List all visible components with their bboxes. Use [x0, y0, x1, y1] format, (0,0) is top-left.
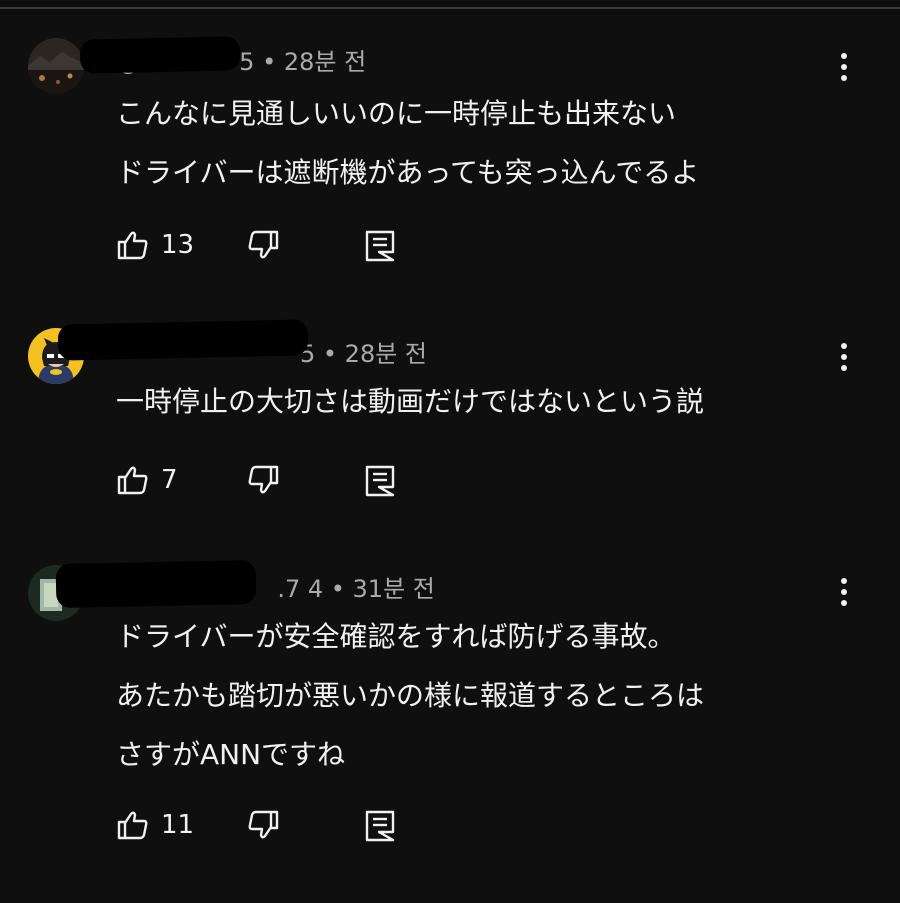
comment-text: 一時停止の大切さは動画だけではないという説 [116, 372, 704, 431]
dislike-button[interactable] [246, 463, 280, 497]
like-count: 13 [161, 230, 195, 260]
reply-button[interactable] [363, 463, 397, 497]
top-divider [0, 7, 900, 9]
more-vert-icon [841, 578, 847, 606]
comment-line: ドライバーは遮断機があっても突っ込んでるよ [116, 156, 700, 189]
thumbs-down-icon [248, 810, 279, 839]
like-button[interactable] [116, 228, 150, 262]
thumbs-up-icon [117, 811, 148, 840]
like-count: 7 [161, 465, 178, 495]
comment-text: ドライバーが安全確認をすれば防げる事故。 あたかも踏切が悪いかの様に報道するとこ… [116, 607, 704, 784]
avatar[interactable] [28, 38, 84, 94]
like-count: 11 [161, 810, 195, 840]
more-vert-icon [841, 343, 847, 371]
thumbs-down-icon [248, 230, 279, 259]
comment-actions: 11 [116, 808, 436, 848]
more-button[interactable] [830, 50, 858, 86]
comment-meta: 5 • 28분 전 [300, 340, 428, 368]
more-vert-icon [841, 53, 847, 81]
comment-actions: 7 [116, 463, 436, 503]
comment-line: こんなに見通しいいのに一時停止も出来ない [116, 97, 677, 130]
thumbs-up-icon [117, 466, 148, 495]
reply-button[interactable] [363, 808, 397, 842]
reply-icon [365, 465, 395, 497]
reply-button[interactable] [363, 228, 397, 262]
more-button[interactable] [830, 575, 858, 611]
reply-icon [365, 810, 395, 842]
comment-line: あたかも踏切が悪いかの様に報道するところは [116, 679, 705, 712]
reply-icon [365, 230, 395, 262]
dislike-button[interactable] [246, 228, 280, 262]
thumbs-up-icon [117, 231, 148, 260]
more-button[interactable] [830, 340, 858, 376]
comment-text: こんなに見通しいいのに一時停止も出来ない ドライバーは遮断機があっても突っ込んで… [116, 84, 699, 202]
thumbs-down-icon [248, 465, 279, 494]
comment-line: ドライバーが安全確認をすれば防げる事故。 [116, 620, 676, 653]
like-button[interactable] [116, 808, 150, 842]
dislike-button[interactable] [246, 808, 280, 842]
like-button[interactable] [116, 463, 150, 497]
comment-line: さすがANNですね [116, 738, 346, 771]
comment-actions: 13 [116, 228, 436, 268]
redaction-mark [79, 36, 241, 74]
redaction-mark [57, 319, 309, 361]
night-scene-avatar-icon [28, 38, 84, 94]
redaction-mark [55, 559, 257, 609]
comment-line: 一時停止の大切さは動画だけではないという説 [116, 385, 705, 418]
